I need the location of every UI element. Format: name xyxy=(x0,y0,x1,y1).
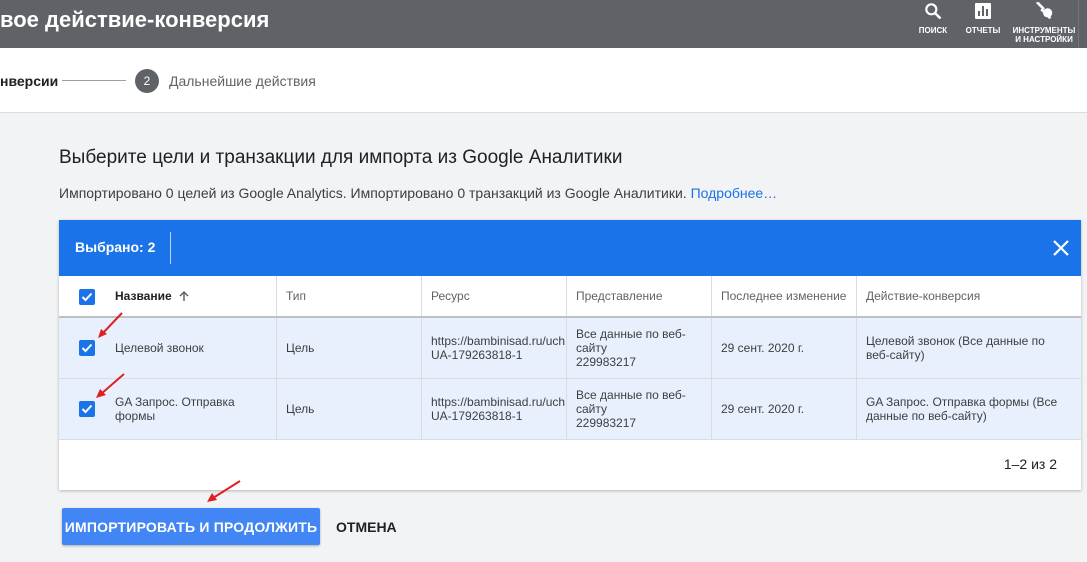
search-icon xyxy=(922,0,944,22)
selection-bar: Выбрано: 2 xyxy=(59,220,1081,276)
cell-resource-url: https://bambinisad.ru/uch xyxy=(431,334,566,348)
tools-settings-button[interactable]: ИНСТРУМЕНТЫ И НАСТРОЙКИ xyxy=(1013,0,1076,48)
column-header-name[interactable]: Название xyxy=(106,276,277,316)
wrench-icon xyxy=(1033,0,1055,22)
cell-name: GA Запрос. Отправка формы xyxy=(106,379,277,439)
row-checkbox[interactable] xyxy=(79,401,95,417)
cell-view-id: 229983217 xyxy=(576,416,637,430)
column-header-conversion-action[interactable]: Действие-конверсия xyxy=(857,276,1081,316)
tools-label-line1: ИНСТРУМЕНТЫ xyxy=(1012,26,1076,35)
cell-view-line2: сайту xyxy=(576,402,608,416)
cell-view-line2: сайту xyxy=(576,341,608,355)
page-title: вое действие-конверсия xyxy=(0,7,270,32)
cell-view: Все данные по веб-сайту 229983217 xyxy=(567,318,712,378)
cell-resource-id: UA-179263818-1 xyxy=(431,348,523,362)
cell-resource: https://bambinisad.ru/uch UA-179263818-1 xyxy=(422,318,567,378)
import-and-continue-button[interactable]: ИМПОРТИРОВАТЬ И ПРОДОЛЖИТЬ xyxy=(62,508,320,545)
reports-icon xyxy=(972,0,994,22)
reports-button[interactable]: ОТЧЕТЫ xyxy=(963,0,1003,48)
step-2-number: 2 xyxy=(135,69,159,93)
column-header-last-modified[interactable]: Последнее изменение xyxy=(712,276,857,316)
column-header-type[interactable]: Тип xyxy=(277,276,422,316)
cell-resource: https://bambinisad.ru/uch UA-179263818-1 xyxy=(422,379,567,439)
learn-more-link[interactable]: Подробнее… xyxy=(691,185,778,201)
cancel-button[interactable]: ОТМЕНА xyxy=(328,508,405,545)
table-header: Название Тип Ресурс Представление Послед… xyxy=(59,276,1081,318)
selected-count: Выбрано: 2 xyxy=(75,239,156,255)
cell-conversion-action: Целевой звонок (Все данные по веб-сайту) xyxy=(866,334,1045,362)
pagination-range: 1–2 из 2 xyxy=(1003,456,1057,472)
stepper: нверсии 2 Дальнейшие действия xyxy=(0,48,1087,113)
cell-view-id: 229983217 xyxy=(576,355,637,369)
cell-view-line1: Все данные по веб- xyxy=(576,327,686,341)
select-all-checkbox[interactable] xyxy=(79,289,95,305)
cell-conversion-action: GA Запрос. Отправка формы (Все данные по… xyxy=(866,395,1058,423)
cell-type: Цель xyxy=(277,379,422,439)
import-description: Импортировано 0 целей из Google Analytic… xyxy=(59,185,777,201)
column-header-name-label: Название xyxy=(115,289,172,303)
cell-resource-url: https://bambinisad.ru/uch xyxy=(431,395,566,409)
window-edge-scrollbar xyxy=(1078,0,1087,48)
table-row[interactable]: Целевой звонок Цель https://bambinisad.r… xyxy=(59,318,1081,379)
search-button[interactable]: ПОИСК xyxy=(915,0,951,48)
cell-last-modified: 29 сент. 2020 г. xyxy=(712,318,857,378)
top-app-bar: вое действие-конверсия ПОИСК ОТЧЕТЫ ИНСТ… xyxy=(0,0,1087,48)
step-2-label: Дальнейшие действия xyxy=(169,73,316,89)
section-heading: Выберите цели и транзакции для импорта и… xyxy=(59,147,623,168)
step-1-label: нверсии xyxy=(0,73,59,89)
cell-view: Все данные по веб-сайту 229983217 xyxy=(567,379,712,439)
selection-divider xyxy=(170,232,171,264)
cell-view-line1: Все данные по веб- xyxy=(576,388,686,402)
column-header-view[interactable]: Представление xyxy=(567,276,712,316)
table-row[interactable]: GA Запрос. Отправка формы Цель https://b… xyxy=(59,379,1081,440)
close-icon[interactable] xyxy=(1051,238,1071,258)
cell-last-modified: 29 сент. 2020 г. xyxy=(712,379,857,439)
goals-table-card: Выбрано: 2 Название Тип Ресурс Представл… xyxy=(59,220,1081,490)
reports-label: ОТЧЕТЫ xyxy=(965,26,1001,35)
search-label: ПОИСК xyxy=(918,26,948,35)
tools-label-line2: И НАСТРОЙКИ xyxy=(1015,35,1073,44)
sort-arrow-up-icon xyxy=(178,290,190,302)
import-status-text: Импортировано 0 целей из Google Analytic… xyxy=(59,185,687,201)
cell-type: Цель xyxy=(277,318,422,378)
step-connector xyxy=(62,80,126,81)
tools-label: ИНСТРУМЕНТЫ И НАСТРОЙКИ xyxy=(1013,26,1076,44)
cell-name: Целевой звонок xyxy=(106,318,277,378)
row-checkbox[interactable] xyxy=(79,340,95,356)
column-header-resource[interactable]: Ресурс xyxy=(422,276,567,316)
cell-resource-id: UA-179263818-1 xyxy=(431,409,523,423)
